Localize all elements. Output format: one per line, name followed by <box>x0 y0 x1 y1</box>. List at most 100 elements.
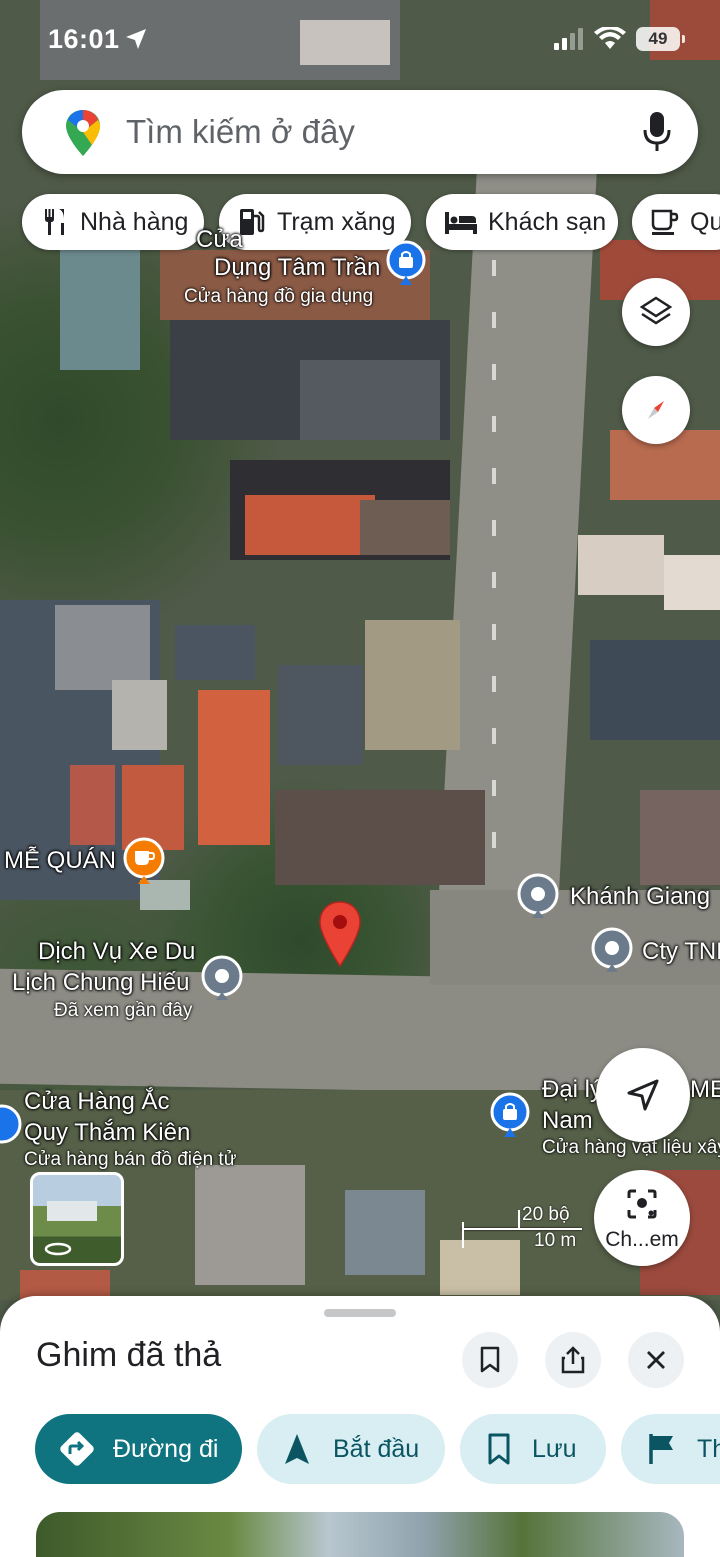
action-label: Lưu <box>532 1434 577 1463</box>
search-bar[interactable] <box>22 90 698 174</box>
map-label: Cửa <box>196 226 243 253</box>
map-label: Quy Thắm Kiên <box>24 1119 191 1146</box>
compass-button[interactable] <box>622 376 690 444</box>
action-label: Bắt đầu <box>333 1434 420 1463</box>
chip-label: Khách sạn <box>488 207 607 236</box>
action-label: Đường đi <box>113 1434 219 1463</box>
rooftop <box>640 790 720 885</box>
map-scale: 20 bộ 10 m <box>462 1204 582 1254</box>
dropped-pin-icon[interactable] <box>318 900 362 968</box>
compass-icon <box>648 401 664 419</box>
rooftop <box>345 1190 425 1275</box>
scale-metric: 10 m <box>534 1230 577 1251</box>
map-label: Khánh Giang <box>570 883 711 910</box>
save-button[interactable]: Lưu <box>460 1414 606 1484</box>
status-time: 16:01 <box>48 24 120 54</box>
search-input[interactable] <box>126 106 626 158</box>
action-label: Th <box>697 1434 720 1463</box>
scale-imperial: 20 bộ <box>522 1204 570 1225</box>
place-poi-icon[interactable] <box>516 872 560 922</box>
rooftop <box>300 360 440 440</box>
lens-label: Ch...em <box>605 1228 679 1251</box>
building-in-thumbnail <box>47 1201 97 1221</box>
bookmark-icon <box>488 1433 510 1465</box>
map-sublabel: Đã xem gần đây <box>54 1000 193 1021</box>
navigation-arrow-outline-icon <box>627 1079 659 1111</box>
rooftop <box>578 535 664 595</box>
layers-button[interactable] <box>622 278 690 346</box>
yard <box>365 620 460 750</box>
rooftop <box>60 240 140 370</box>
rooftop <box>360 500 450 555</box>
scale-tick <box>462 1222 464 1248</box>
status-bar: 16:01 49 <box>0 0 720 80</box>
rooftop <box>175 625 255 680</box>
directions-button[interactable]: Đường đi <box>35 1414 242 1484</box>
rooftop <box>245 495 375 555</box>
cafe-cup-icon <box>651 209 679 235</box>
map-label: Đại lý <box>542 1076 603 1103</box>
rooftop <box>198 690 270 845</box>
shopping-bag-poi-icon[interactable] <box>386 240 426 288</box>
category-chips: Nhà hàng Trạm xăng Khách sạn Qu <box>0 194 720 252</box>
chip-label: Trạm xăng <box>277 207 396 236</box>
map-label: Cửa Hàng Ắc <box>24 1088 170 1115</box>
rooftop <box>664 555 720 610</box>
cafe-poi-icon[interactable] <box>122 836 166 888</box>
place-photo-preview[interactable] <box>36 1512 684 1557</box>
map-sublabel: Cửa hàng đồ gia dụng <box>184 286 374 307</box>
map-label: Dịch Vụ Xe Du <box>38 938 196 965</box>
rooftop <box>112 680 167 750</box>
map-label: MỄ QUÁN <box>4 847 117 874</box>
map-label: Cty TNH <box>642 938 720 965</box>
directions-icon <box>60 1432 94 1466</box>
rooftop <box>195 1165 305 1285</box>
location-arrow-icon <box>126 29 146 49</box>
navigation-arrow-icon <box>285 1434 309 1464</box>
bookmark-outline-icon <box>480 1346 500 1373</box>
mic-icon[interactable] <box>642 112 672 152</box>
rooftop <box>70 765 115 845</box>
shopping-bag-poi-icon[interactable] <box>490 1092 530 1140</box>
map-sublabel: Cửa hàng bán đồ điện tử <box>24 1149 237 1170</box>
camera-lens-icon <box>627 1189 657 1219</box>
rooftop <box>55 605 150 690</box>
chip-hotel[interactable]: Khách sạn <box>426 194 618 250</box>
road-marking <box>492 260 496 860</box>
share-button[interactable] <box>545 1332 601 1388</box>
lens-button[interactable]: Ch...em <box>594 1170 690 1266</box>
map-label: Nam <box>542 1107 593 1134</box>
close-button[interactable] <box>628 1332 684 1388</box>
sheet-drag-handle[interactable] <box>324 1309 396 1317</box>
chip-restaurant[interactable]: Nhà hàng <box>22 194 204 250</box>
label-button[interactable]: Th <box>621 1414 720 1484</box>
chip-gas-station[interactable]: Trạm xăng <box>219 194 411 250</box>
sheet-title: Ghim đã thả <box>36 1336 222 1374</box>
restaurant-icon <box>45 209 64 235</box>
place-poi-icon[interactable] <box>590 926 634 976</box>
signal-icon <box>554 28 583 50</box>
shopping-bag-poi-icon[interactable] <box>0 1104 22 1152</box>
map-label: Lịch Chung Hiếu <box>12 969 190 996</box>
save-bookmark-button[interactable] <box>462 1332 518 1388</box>
place-bottom-sheet[interactable]: Ghim đã thả Đường đi Bắt đầu Lưu Th <box>0 1296 720 1557</box>
map-label: MEC <box>690 1076 720 1103</box>
chip-label: Nhà hàng <box>80 207 189 236</box>
scale-line <box>462 1228 582 1230</box>
chip-cafe[interactable]: Qu <box>632 194 720 250</box>
rooftop <box>278 665 363 765</box>
rooftop <box>590 640 720 740</box>
close-icon <box>647 1351 665 1369</box>
map-label: Dụng Tâm Trần <box>214 254 381 281</box>
start-navigation-button[interactable]: Bắt đầu <box>257 1414 445 1484</box>
wifi-icon <box>594 27 626 49</box>
street-view-thumbnail[interactable] <box>30 1172 124 1266</box>
scale-tick <box>518 1210 520 1228</box>
layers-icon <box>639 296 673 325</box>
place-poi-icon[interactable] <box>200 954 244 1004</box>
my-location-button[interactable] <box>596 1048 690 1142</box>
battery-indicator: 49 <box>636 27 685 51</box>
flag-icon <box>649 1434 673 1464</box>
chip-label: Qu <box>690 207 720 236</box>
hotel-bed-icon <box>445 212 477 234</box>
